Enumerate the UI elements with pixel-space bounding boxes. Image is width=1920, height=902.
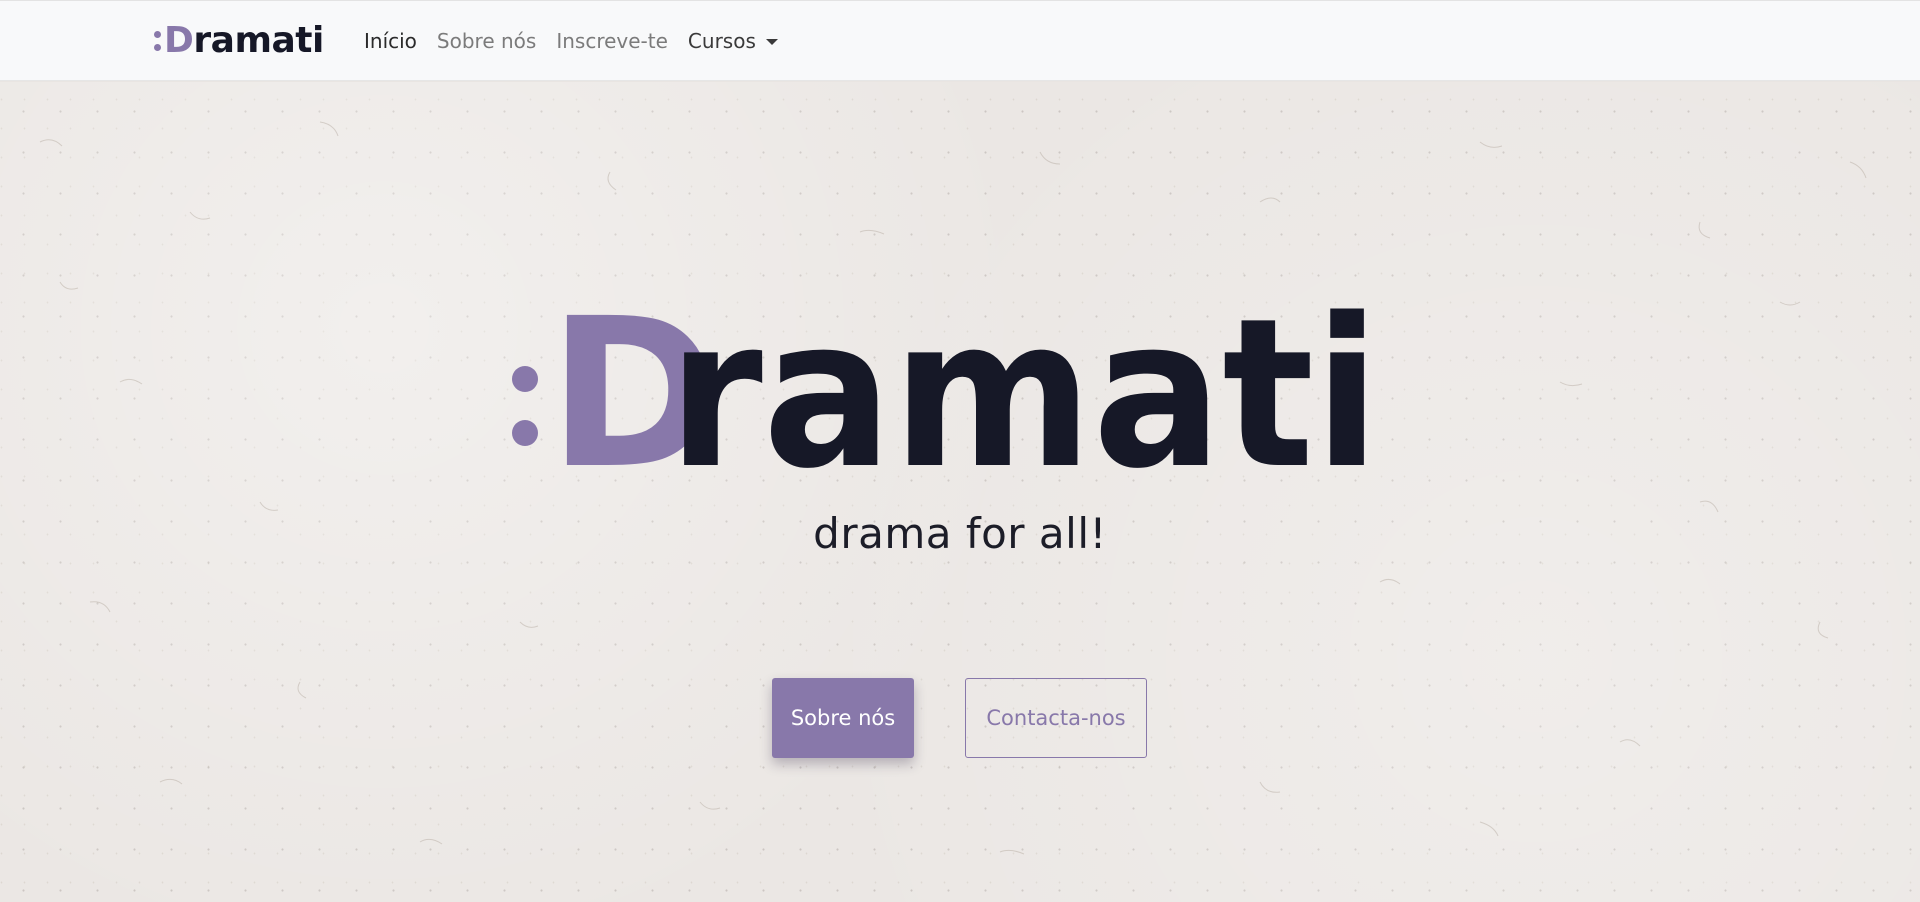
nav-links: Início Sobre nós Inscreve-te Cursos (354, 1, 788, 81)
caret-down-icon (765, 39, 778, 45)
nav-link-inicio[interactable]: Início (354, 29, 427, 53)
hero-logo: D ramati (512, 297, 1380, 477)
brand-rest-text: ramati (193, 20, 324, 61)
hero-tagline: drama for all! (813, 509, 1107, 558)
paper-texture (39, 121, 1867, 855)
about-us-button[interactable]: Sobre nós (772, 678, 914, 758)
hero-logo-rest: ramati (668, 297, 1380, 477)
nav-dropdown-cursos-label: Cursos (687, 29, 756, 53)
logo-colon-top-dot (512, 420, 538, 446)
contact-us-button[interactable]: Contacta-nos (965, 678, 1147, 758)
logo-colon-bottom-dot (512, 366, 538, 392)
hero-section: D ramati drama for all! Sobre nós Contac… (0, 82, 1920, 902)
brand-first-letter: D (164, 20, 194, 61)
nav-link-inscreve-te[interactable]: Inscreve-te (546, 29, 678, 53)
colon-dots-icon (154, 31, 161, 51)
nav-dropdown-cursos[interactable]: Cursos (678, 29, 788, 53)
navbar-brand-logo[interactable]: D ramati (154, 21, 324, 61)
navbar: D ramati Início Sobre nós Inscreve-te Cu… (0, 0, 1920, 81)
nav-link-sobre-nos[interactable]: Sobre nós (427, 29, 546, 53)
